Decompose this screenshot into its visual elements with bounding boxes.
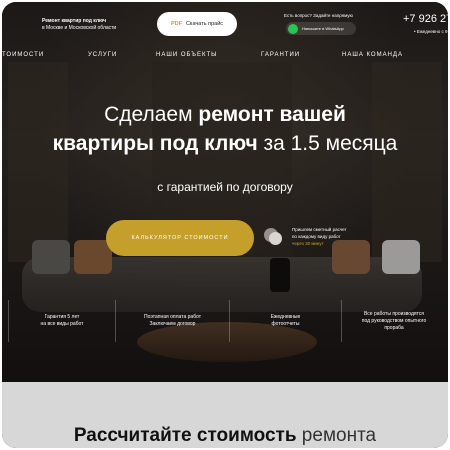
main-nav: тоимости услуги наши объекты гарантии на…	[2, 50, 448, 64]
company-line1: Ремонт квартир под ключ	[42, 18, 107, 24]
company-line2: в Москве и Московской области	[42, 25, 117, 31]
hero-title-line2: квартиры под ключ за 1.5 месяца	[2, 129, 448, 159]
feature-reports: Ежедневные фотоотчеты	[230, 300, 342, 342]
calculator-button[interactable]: калькулятор стоимости	[106, 220, 254, 256]
nav-item-services[interactable]: услуги	[88, 52, 117, 58]
nav-item-prices[interactable]: тоимости	[2, 52, 44, 58]
whatsapp-label: Напишите в WhatsApp	[302, 26, 344, 31]
hint-line1: Пришлем сметный расчет	[292, 227, 347, 232]
feature-payment: Поэтапная оплата работ Заключаем договор	[116, 300, 230, 342]
whatsapp-button[interactable]: Напишите в WhatsApp	[286, 22, 356, 35]
feature-line: под руководством опытного	[361, 317, 427, 324]
feature-line: на все виды работ	[40, 321, 84, 327]
calculator-title-bold: Рассчитайте стоимость	[73, 425, 297, 446]
features-bar: Гарантия 5 лет на все виды работ Поэтапн…	[2, 300, 448, 342]
download-price-label: Скачать прайс	[185, 21, 224, 27]
feature-line: Ежедневные	[270, 314, 301, 320]
feature-line: Все работы производятся	[363, 310, 425, 317]
pdf-icon: PDF	[170, 21, 182, 27]
hero-title-normal: Сделаем	[104, 103, 199, 126]
calculator-title: Рассчитайте стоимость ремонта	[2, 425, 448, 447]
hint-text: Пришлем сметный расчет по каждому виду р…	[292, 226, 372, 247]
nav-item-objects[interactable]: наши объекты	[156, 52, 217, 58]
hint-icon	[269, 232, 282, 245]
feature-line: Гарантия 5 лет	[44, 314, 80, 320]
hero-title-bold: квартиры под ключ	[52, 132, 258, 155]
hero-subtitle: с гарантией по договору	[157, 180, 293, 194]
page-frame: Ремонт квартир под ключ в Москве и Моско…	[2, 2, 448, 448]
feature-line: прораба	[384, 324, 404, 331]
hero-title-bold: ремонт вашей	[198, 103, 346, 126]
hero-title-line1: Сделаем ремонт вашей	[2, 100, 448, 130]
phone-link[interactable]: +7 926 27	[403, 13, 448, 25]
feature-foreman: Все работы производятся под руководством…	[342, 300, 446, 342]
hero-title-normal: за 1.5 месяца	[257, 132, 398, 155]
hint-line2: по каждому виду работ	[292, 234, 341, 239]
feature-line: фотоотчеты	[271, 321, 300, 327]
question-text: Есть вопрос? Задайте напрямую	[284, 13, 353, 18]
feature-line: Поэтапная оплата работ	[143, 314, 202, 320]
calculator-title-light: ремонта	[296, 425, 377, 446]
nav-item-guarantees[interactable]: гарантии	[261, 52, 300, 58]
company-tagline: Ремонт квартир под ключ в Москве и Моско…	[42, 18, 132, 32]
nav-item-team[interactable]: наша команда	[342, 52, 403, 58]
schedule-text: • Ежедневно с 9	[414, 29, 448, 34]
feature-guarantee: Гарантия 5 лет на все виды работ	[8, 300, 116, 342]
whatsapp-icon	[288, 23, 298, 34]
feature-line: Заключаем договор	[149, 321, 196, 327]
download-price-button[interactable]: PDF Скачать прайс	[157, 12, 237, 36]
hint-highlight: через 30 минут	[292, 241, 324, 246]
